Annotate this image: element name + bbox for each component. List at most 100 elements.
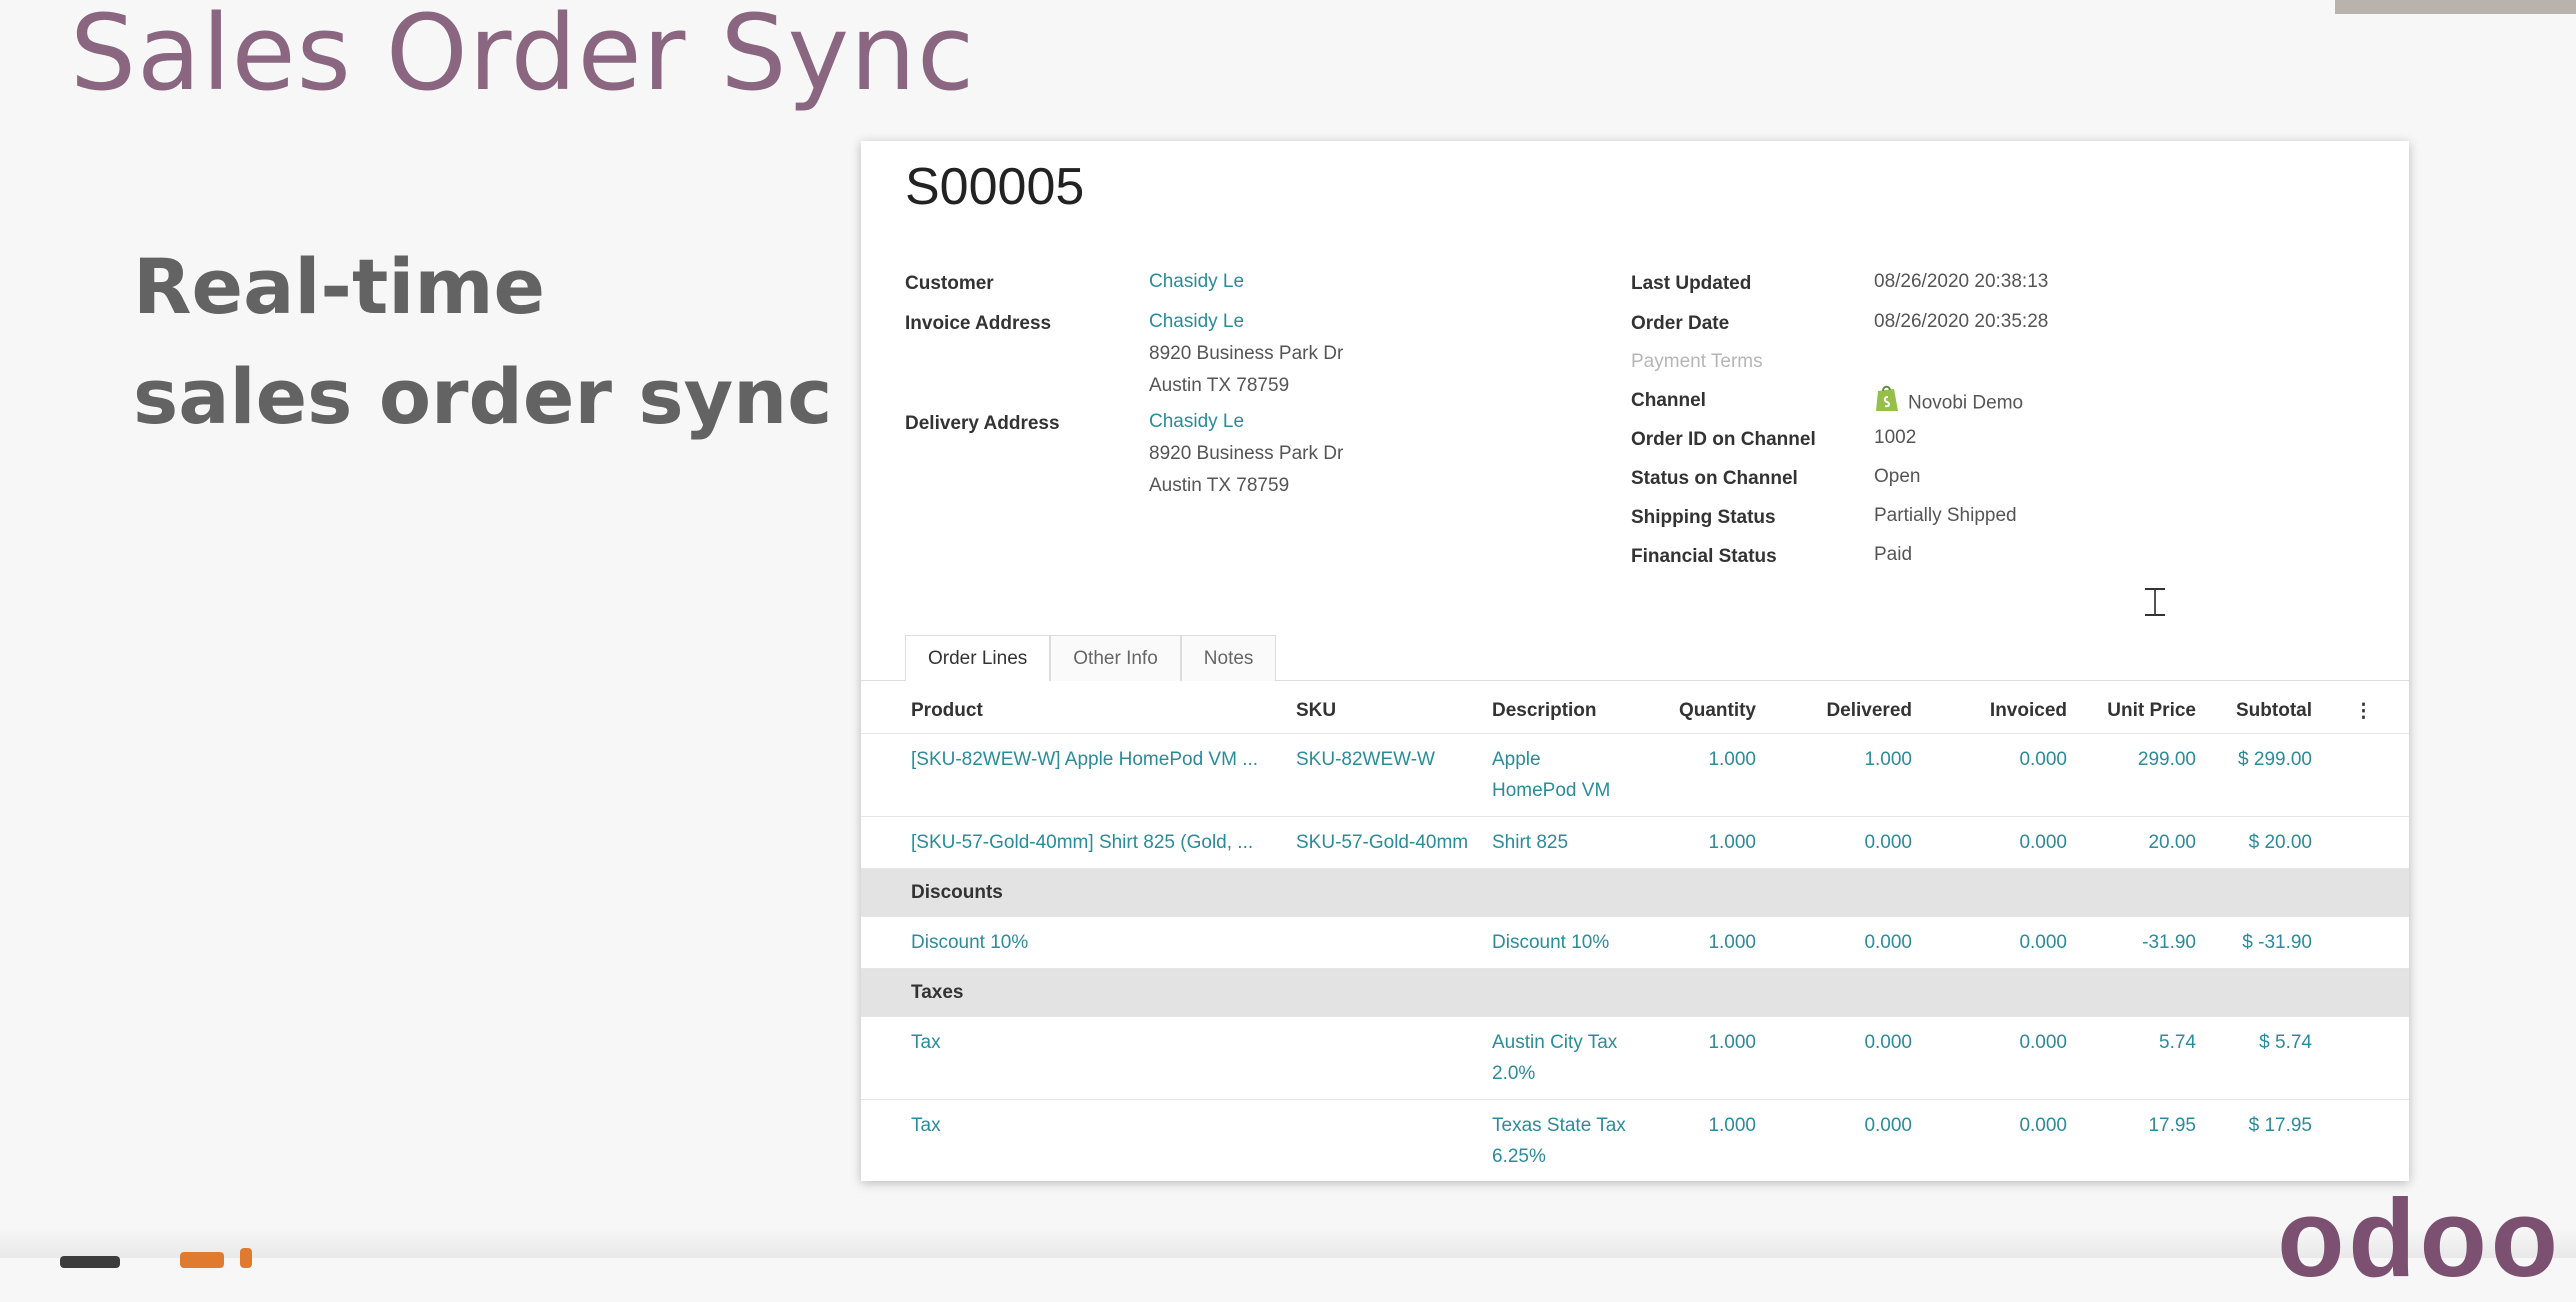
- cell-sku: [1290, 916, 1486, 969]
- cell-product[interactable]: [SKU-82WEW-W] Apple HomePod VM ...: [905, 733, 1290, 817]
- corner-thumbnail: [2335, 0, 2576, 14]
- table-row[interactable]: [SKU-57-Gold-40mm] Shirt 825 (Gold, ... …: [861, 816, 2409, 869]
- cell-quantity: 1.000: [1636, 1099, 1762, 1181]
- novobi-logo: [60, 1248, 300, 1268]
- slide-subtitle: Real-time sales order sync: [133, 232, 832, 452]
- cell-description: Austin City Tax 2.0%: [1486, 1016, 1636, 1100]
- delivery-address: Chasidy Le 8920 Business Park Dr Austin …: [1149, 406, 1343, 502]
- delivery-name-link[interactable]: Chasidy Le: [1149, 406, 1343, 438]
- cell-sku: [1290, 1016, 1486, 1100]
- slide-footer: [0, 1228, 2576, 1258]
- kebab-icon[interactable]: ⋮: [2354, 701, 2373, 722]
- col-subtotal[interactable]: Subtotal: [2202, 689, 2318, 734]
- cell-quantity: 1.000: [1636, 916, 1762, 969]
- customer-label: Customer: [905, 273, 994, 294]
- invoice-city: Austin TX 78759: [1149, 375, 1290, 396]
- status-on-channel-label: Status on Channel: [1631, 468, 1798, 489]
- cell-subtotal: $ -31.90: [2202, 916, 2318, 969]
- shipping-status-label: Shipping Status: [1631, 507, 1776, 528]
- cell-invoiced: 0.000: [1918, 916, 2073, 969]
- cell-product[interactable]: Tax: [905, 1099, 1290, 1181]
- section-discounts: Discounts: [861, 868, 2409, 917]
- invoice-name-link[interactable]: Chasidy Le: [1149, 306, 1343, 338]
- cell-unit-price: 20.00: [2073, 816, 2202, 869]
- payment-terms-label: Payment Terms: [1631, 351, 1763, 372]
- sales-order-form: S00005 Customer Chasidy Le Invoice Addre…: [861, 141, 2409, 1181]
- order-lines-table: Product SKU Description Quantity Deliver…: [861, 689, 2409, 1181]
- last-updated-label: Last Updated: [1631, 273, 1752, 294]
- cell-description: Discount 10%: [1486, 916, 1636, 969]
- cell-description: Texas State Tax 6.25%: [1486, 1099, 1636, 1181]
- odoo-logo: odoo: [2277, 1177, 2562, 1300]
- shopify-icon: [1874, 383, 1900, 424]
- cell-delivered: 0.000: [1762, 816, 1918, 869]
- col-delivered[interactable]: Delivered: [1762, 689, 1918, 734]
- cell-description: Shirt 825: [1486, 816, 1636, 869]
- financial-status-label: Financial Status: [1631, 546, 1777, 567]
- cell-sku: [1290, 1099, 1486, 1181]
- cell-subtotal: $ 17.95: [2202, 1099, 2318, 1181]
- channel-name: Novobi Demo: [1908, 392, 2024, 414]
- col-unit-price[interactable]: Unit Price: [2073, 689, 2202, 734]
- cell-delivered: 1.000: [1762, 733, 1918, 817]
- cell-invoiced: 0.000: [1918, 816, 2073, 869]
- table-row[interactable]: Tax Texas State Tax 6.25% 1.000 0.000 0.…: [861, 1099, 2409, 1181]
- table-header-row: Product SKU Description Quantity Deliver…: [861, 689, 2409, 734]
- order-id-label: Order ID on Channel: [1631, 429, 1816, 450]
- cell-delivered: 0.000: [1762, 1016, 1918, 1100]
- notebook-tabs: Order Lines Other Info Notes: [905, 635, 1277, 681]
- cell-delivered: 0.000: [1762, 1099, 1918, 1181]
- invoice-street: 8920 Business Park Dr: [1149, 343, 1344, 364]
- col-product[interactable]: Product: [905, 689, 1290, 734]
- col-quantity[interactable]: Quantity: [1636, 689, 1762, 734]
- last-updated-value: 08/26/2020 20:38:13: [1874, 271, 2049, 292]
- cell-unit-price: 17.95: [2073, 1099, 2202, 1181]
- subtitle-line-1: Real-time: [133, 242, 546, 331]
- cell-product[interactable]: Tax: [905, 1016, 1290, 1100]
- cell-delivered: 0.000: [1762, 916, 1918, 969]
- tab-order-lines[interactable]: Order Lines: [905, 635, 1051, 681]
- col-sku[interactable]: SKU: [1290, 689, 1486, 734]
- cell-unit-price: 299.00: [2073, 733, 2202, 817]
- cell-unit-price: -31.90: [2073, 916, 2202, 969]
- subtitle-line-2: sales order sync: [133, 352, 833, 441]
- invoice-address-label: Invoice Address: [905, 313, 1052, 334]
- col-description[interactable]: Description: [1486, 689, 1636, 734]
- order-date-value: 08/26/2020 20:35:28: [1874, 311, 2049, 332]
- cell-invoiced: 0.000: [1918, 1016, 2073, 1100]
- delivery-street: 8920 Business Park Dr: [1149, 443, 1344, 464]
- cell-quantity: 1.000: [1636, 1016, 1762, 1100]
- financial-status-value: Paid: [1874, 544, 1913, 565]
- cell-invoiced: 0.000: [1918, 1099, 2073, 1181]
- customer-link[interactable]: Chasidy Le: [1149, 266, 1244, 298]
- cell-sku: SKU-82WEW-W: [1290, 733, 1486, 817]
- section-taxes-label: Taxes: [905, 968, 2409, 1017]
- tab-notes[interactable]: Notes: [1180, 635, 1277, 681]
- shipping-status-value: Partially Shipped: [1874, 505, 2017, 526]
- channel-value: Novobi Demo: [1874, 383, 2023, 424]
- cell-sku: SKU-57-Gold-40mm: [1290, 816, 1486, 869]
- cell-description: Apple HomePod VM: [1486, 733, 1636, 817]
- tab-other-info[interactable]: Other Info: [1050, 635, 1181, 681]
- order-number: S00005: [905, 158, 1085, 216]
- cell-quantity: 1.000: [1636, 733, 1762, 817]
- text-cursor-icon: ⌶: [2143, 581, 2167, 625]
- order-id-value: 1002: [1874, 427, 1917, 448]
- cell-product[interactable]: Discount 10%: [905, 916, 1290, 969]
- channel-label: Channel: [1631, 390, 1706, 411]
- table-row[interactable]: Tax Austin City Tax 2.0% 1.000 0.000 0.0…: [861, 1016, 2409, 1100]
- col-invoiced[interactable]: Invoiced: [1918, 689, 2073, 734]
- slide-title: Sales Order Sync: [70, 0, 976, 114]
- cell-subtotal: $ 20.00: [2202, 816, 2318, 869]
- cell-subtotal: $ 299.00: [2202, 733, 2318, 817]
- cell-unit-price: 5.74: [2073, 1016, 2202, 1100]
- cell-product[interactable]: [SKU-57-Gold-40mm] Shirt 825 (Gold, ...: [905, 816, 1290, 869]
- table-row[interactable]: [SKU-82WEW-W] Apple HomePod VM ... SKU-8…: [861, 733, 2409, 817]
- table-row[interactable]: Discount 10% Discount 10% 1.000 0.000 0.…: [861, 916, 2409, 969]
- delivery-address-label: Delivery Address: [905, 413, 1060, 434]
- delivery-city: Austin TX 78759: [1149, 475, 1290, 496]
- status-on-channel-value: Open: [1874, 466, 1921, 487]
- order-date-label: Order Date: [1631, 313, 1730, 334]
- invoice-address: Chasidy Le 8920 Business Park Dr Austin …: [1149, 306, 1343, 402]
- cell-subtotal: $ 5.74: [2202, 1016, 2318, 1100]
